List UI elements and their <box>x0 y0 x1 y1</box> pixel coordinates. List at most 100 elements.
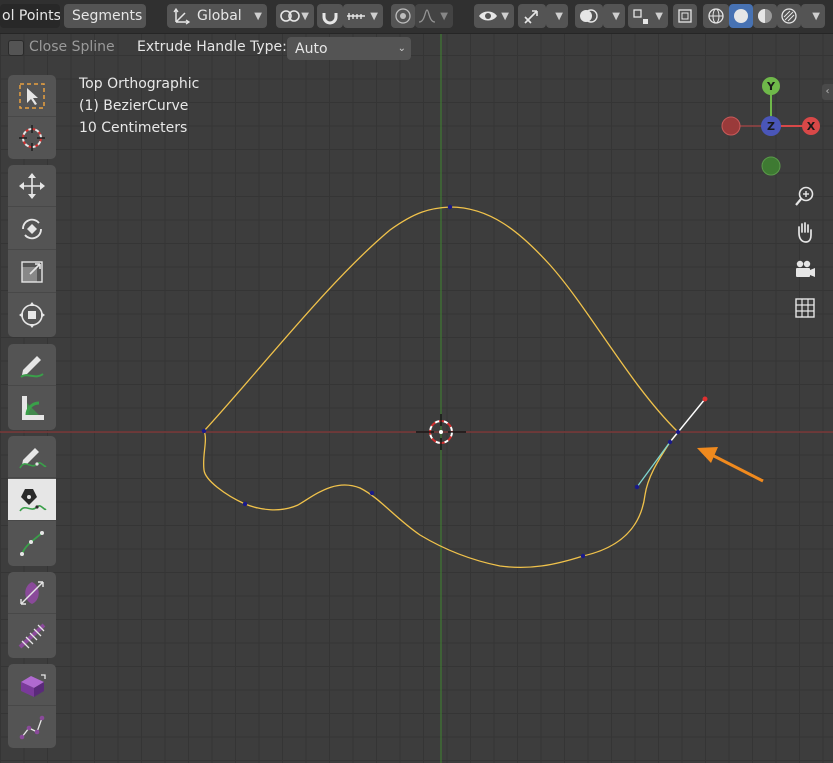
magnet-icon <box>322 13 338 25</box>
pivot-point-icon <box>280 10 300 22</box>
mesh-edit-overlay-dropdown[interactable]: ▼ <box>628 4 668 28</box>
extrude-icon <box>21 673 46 697</box>
zoom-icon[interactable] <box>793 184 817 208</box>
chevron-down-icon: ▼ <box>812 10 820 22</box>
solid-sphere-icon <box>734 9 748 23</box>
overlays-icon <box>580 9 598 23</box>
vertex-path-icon <box>19 715 45 740</box>
randomize-tool[interactable] <box>8 615 56 657</box>
radius-tool[interactable] <box>8 572 56 614</box>
move-tool[interactable] <box>8 165 56 207</box>
proportional-editing-icon <box>395 8 411 24</box>
chevron-down-icon: ▼ <box>301 10 309 22</box>
3d-viewport[interactable]: Top Orthographic (1) BezierCurve 10 Cent… <box>0 0 833 763</box>
overlays-dropdown[interactable]: ▼ <box>603 4 625 28</box>
control-point <box>667 439 673 445</box>
measure-ruler-icon <box>22 396 44 420</box>
orientation-label: Global <box>197 8 242 24</box>
handle-line-left <box>636 441 671 488</box>
3d-cursor-icon <box>416 414 466 450</box>
measure-tool[interactable] <box>8 387 56 429</box>
falloff-curve-icon <box>418 9 436 23</box>
proportional-editing-toggle[interactable] <box>391 4 415 28</box>
extrude-tool[interactable] <box>8 664 56 706</box>
pan-hand-icon[interactable] <box>793 220 817 244</box>
segments-tab[interactable]: Segments <box>64 4 146 28</box>
draw-curve-tool[interactable] <box>8 436 56 478</box>
edit-overlay-icon <box>633 9 648 24</box>
pivot-dropdown[interactable]: ▼ <box>276 4 314 28</box>
chevron-down-icon: ▼ <box>555 10 563 22</box>
snap-increment-icon <box>347 13 365 20</box>
cursor-icon <box>19 125 45 151</box>
control-point <box>369 490 375 496</box>
extrude-handle-label: Extrude Handle Type: <box>137 39 287 55</box>
gizmo-toggle[interactable] <box>518 4 546 28</box>
handle-point-selected <box>702 396 708 402</box>
select-box-tool[interactable] <box>8 75 56 117</box>
chevron-down-icon: ▼ <box>370 10 378 22</box>
toolbar-radius-group <box>8 572 56 658</box>
overlays-toggle[interactable] <box>575 4 603 28</box>
chevron-down-icon: ▼ <box>501 10 509 22</box>
shading-wireframe-button[interactable] <box>703 4 729 28</box>
curve-tilt-icon <box>20 531 44 556</box>
ortho-grid-icon[interactable] <box>793 296 817 320</box>
control-points-tab[interactable]: ol Points <box>0 4 60 28</box>
pen-tool[interactable] <box>8 479 56 521</box>
radius-icon <box>20 580 44 605</box>
chevron-down-icon: ⌄ <box>397 43 406 54</box>
object-name: (1) BezierCurve <box>79 98 189 114</box>
shading-solid-button[interactable] <box>729 4 753 28</box>
scale-icon <box>21 260 43 283</box>
extrude-handle-value: Auto <box>295 40 328 57</box>
shading-dropdown[interactable]: ▼ <box>801 4 825 28</box>
xray-toggle[interactable] <box>673 4 697 28</box>
scale-tool[interactable] <box>8 251 56 293</box>
shading-material-button[interactable] <box>753 4 777 28</box>
vertex-path-tool[interactable] <box>8 706 56 748</box>
orientation-dropdown[interactable]: Global ▼ <box>167 4 267 28</box>
transform-orientation-icon <box>173 7 191 25</box>
rendered-sphere-icon <box>781 8 797 24</box>
snap-toggle[interactable] <box>317 4 343 28</box>
sidebar-toggle[interactable]: ‹ <box>822 84 833 100</box>
close-spline-checkbox[interactable] <box>8 40 24 56</box>
rotate-tool[interactable] <box>8 208 56 250</box>
falloff-dropdown[interactable]: ▼ <box>415 4 453 28</box>
transform-tool[interactable] <box>8 294 56 336</box>
draw-curve-icon <box>19 447 47 468</box>
camera-icon[interactable] <box>793 258 817 282</box>
grid-scale: 10 Centimeters <box>79 120 188 136</box>
shading-rendered-button[interactable] <box>777 4 801 28</box>
gizmo-dropdown[interactable]: ▼ <box>546 4 568 28</box>
move-icon <box>19 172 45 199</box>
cursor-tool[interactable] <box>8 117 56 159</box>
chevron-down-icon: ▼ <box>440 10 448 22</box>
material-sphere-icon <box>758 9 772 23</box>
visibility-dropdown[interactable]: ▼ <box>474 4 514 28</box>
control-point <box>634 484 640 490</box>
close-spline-label: Close Spline <box>29 39 115 55</box>
rotate-icon <box>22 218 42 239</box>
chevron-down-icon: ▼ <box>254 10 262 22</box>
annotate-pencil-icon <box>20 355 44 378</box>
extrude-handle-dropdown[interactable]: Auto ⌄ <box>287 37 411 60</box>
randomize-icon <box>18 623 46 649</box>
xray-icon <box>678 9 692 23</box>
annotate-tool[interactable] <box>8 344 56 386</box>
gizmo-x-label: X <box>807 120 816 133</box>
control-point <box>580 553 586 559</box>
curve-tilt-tool[interactable] <box>8 522 56 564</box>
pen-icon <box>19 488 47 511</box>
control-point <box>201 428 207 434</box>
toolbar-annotate-group <box>8 344 56 430</box>
control-point <box>675 429 681 435</box>
toolbar-select-group <box>8 75 56 159</box>
navigation-gizmo[interactable]: Y X Z <box>718 76 828 176</box>
chevron-down-icon: ▼ <box>612 10 620 22</box>
annotation-arrow <box>697 447 764 483</box>
snap-target-dropdown[interactable]: ▼ <box>343 4 383 28</box>
control-point <box>242 501 248 507</box>
tool-settings-bar: Close Spline Extrude Handle Type: Auto ⌄ <box>0 33 833 63</box>
